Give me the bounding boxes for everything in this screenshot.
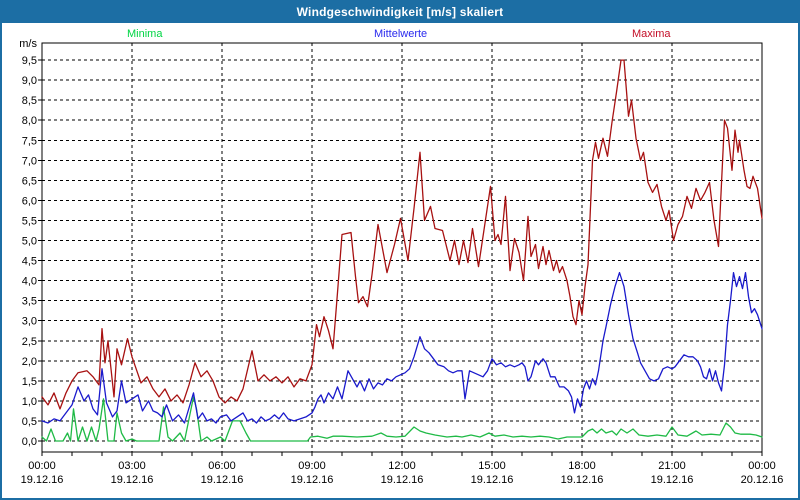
svg-text:19.12.16: 19.12.16 bbox=[291, 474, 334, 486]
window-title: Windgeschwindigkeit [m/s] skaliert bbox=[296, 5, 504, 19]
svg-text:3,5: 3,5 bbox=[22, 296, 37, 308]
svg-text:7,0: 7,0 bbox=[22, 155, 37, 167]
svg-text:6,5: 6,5 bbox=[22, 175, 37, 187]
svg-text:19.12.16: 19.12.16 bbox=[651, 474, 694, 486]
svg-text:19.12.16: 19.12.16 bbox=[111, 474, 154, 486]
svg-text:15:00: 15:00 bbox=[478, 460, 506, 472]
svg-text:3,0: 3,0 bbox=[22, 316, 37, 328]
svg-text:1,5: 1,5 bbox=[22, 376, 37, 388]
svg-text:9,0: 9,0 bbox=[22, 75, 37, 87]
svg-text:0,0: 0,0 bbox=[22, 436, 37, 448]
svg-text:4,0: 4,0 bbox=[22, 276, 37, 288]
svg-text:8,0: 8,0 bbox=[22, 115, 37, 127]
svg-text:19.12.16: 19.12.16 bbox=[561, 474, 604, 486]
svg-text:18:00: 18:00 bbox=[568, 460, 596, 472]
svg-text:20.12.16: 20.12.16 bbox=[741, 474, 784, 486]
svg-text:21:00: 21:00 bbox=[658, 460, 686, 472]
svg-text:2,0: 2,0 bbox=[22, 356, 37, 368]
svg-text:5,0: 5,0 bbox=[22, 236, 37, 248]
svg-text:1,0: 1,0 bbox=[22, 396, 37, 408]
svg-text:m/s: m/s bbox=[19, 38, 37, 50]
svg-text:06:00: 06:00 bbox=[208, 460, 236, 472]
svg-text:12:00: 12:00 bbox=[388, 460, 416, 472]
svg-text:9,5: 9,5 bbox=[22, 55, 37, 67]
app-window: Windgeschwindigkeit [m/s] skaliert Minim… bbox=[0, 0, 800, 500]
svg-text:19.12.16: 19.12.16 bbox=[471, 474, 514, 486]
wind-speed-chart: 0,0 0,5 1,0 1,5 2,0 2,5 3,0 3,5 4,0 4,5 5,0 5,5 6,0 6… bbox=[19, 38, 784, 486]
svg-text:19.12.16: 19.12.16 bbox=[21, 474, 64, 486]
svg-text:03:00: 03:00 bbox=[118, 460, 146, 472]
svg-text:00:00: 00:00 bbox=[748, 460, 776, 472]
svg-text:5,5: 5,5 bbox=[22, 215, 37, 227]
svg-text:2,5: 2,5 bbox=[22, 336, 37, 348]
svg-text:7,5: 7,5 bbox=[22, 135, 37, 147]
svg-text:00:00: 00:00 bbox=[28, 460, 56, 472]
svg-text:19.12.16: 19.12.16 bbox=[381, 474, 424, 486]
svg-text:0,5: 0,5 bbox=[22, 416, 37, 428]
svg-text:6,0: 6,0 bbox=[22, 195, 37, 207]
svg-text:8,5: 8,5 bbox=[22, 95, 37, 107]
svg-text:4,5: 4,5 bbox=[22, 256, 37, 268]
svg-text:19.12.16: 19.12.16 bbox=[201, 474, 244, 486]
svg-text:09:00: 09:00 bbox=[298, 460, 326, 472]
window-titlebar: Windgeschwindigkeit [m/s] skaliert bbox=[2, 2, 798, 23]
